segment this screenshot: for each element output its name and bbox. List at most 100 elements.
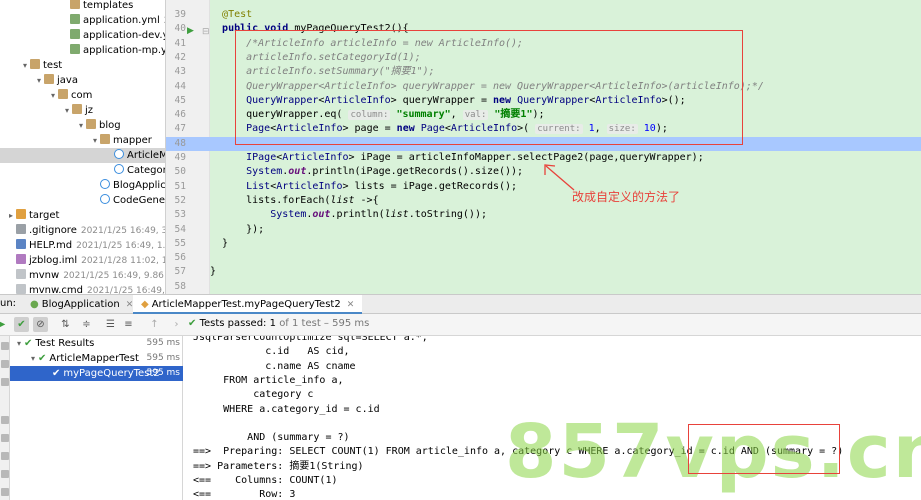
chevron-right-icon[interactable]: ▸ [6,208,16,223]
tree-item[interactable]: ▾ test [0,58,165,73]
tree-item-meta: 2021/1/28 11:02, 11.2 [81,256,165,266]
tree-item-label: mapper [113,135,152,146]
tree-item[interactable]: templates [0,0,165,13]
tree-item-label: blog [99,120,121,131]
test-result-item[interactable]: ✔ myPageQueryTest2 595 ms [10,366,183,381]
collapse-all-icon[interactable]: ≡ [121,317,136,332]
chevron-down-icon[interactable]: ▾ [28,351,38,366]
strip-icon[interactable] [1,342,9,350]
console-line: <== Columns: COUNT(1) [193,475,338,486]
test-result-item[interactable]: ▾ ✔ ArticleMapperTest 595 ms [10,351,183,366]
strip-icon[interactable] [1,488,9,496]
tree-item[interactable]: application-dev.yml [0,28,165,43]
tree-item-label: jzblog.iml [29,255,78,266]
tree-item[interactable]: ▾ jz [0,103,165,118]
tree-item[interactable]: ▾ java [0,73,165,88]
folder-icon [44,74,54,84]
editor-gutter: ▶ ⊟ 39 40 41 42 43 44 45 46 47 48 49 50 51 52 53 54 55 56… [166,0,210,294]
run-test-icon[interactable]: ▶ [187,26,194,36]
tree-item-label: target [29,210,60,221]
tree-item[interactable]: ▾ blog [0,118,165,133]
test-result-label: myPageQueryTest2 [63,368,160,379]
code-line: @Test [222,9,253,20]
tree-item[interactable]: CodeGenera [0,193,165,208]
line-number: 43 [174,66,186,78]
tree-item[interactable]: jzblog.iml2021/1/28 11:02, 11.2 [0,253,165,268]
tree-item-label: application.yml [83,15,160,26]
folder-icon [86,119,96,129]
folder-icon [100,134,110,144]
sort-alpha-icon[interactable]: ⇅ [58,317,73,332]
tree-item[interactable]: ▸ target [0,208,165,223]
strip-icon[interactable] [1,452,9,460]
strip-icon[interactable] [1,360,9,368]
highlight-box [688,424,840,474]
project-tree[interactable]: templates application.yml2020/application… [0,0,166,294]
tab-blog-application[interactable]: ● BlogApplication ✕ [22,295,141,314]
show-ignored-icon[interactable]: ⊘ [33,317,48,332]
sort-duration-icon[interactable]: ≑ [79,317,94,332]
test-result-label: ArticleMapperTest [49,353,139,364]
tree-item-label: HELP.md [29,240,73,251]
tree-item-label: mvnw [29,270,60,281]
tests-passed-status: ✔ Tests passed: 1 of 1 test – 595 ms [188,318,369,329]
tree-item-label: ArticleMa [127,150,165,161]
chevron-down-icon[interactable]: ▾ [48,88,58,103]
tree-item-label: CodeGenera [113,195,165,206]
tree-item[interactable]: application-mp.yml [0,43,165,58]
chevron-down-icon[interactable]: ▾ [76,118,86,133]
expand-all-icon[interactable]: ☰ [103,317,118,332]
close-icon[interactable]: ✕ [347,300,355,310]
strip-icon[interactable] [1,434,9,442]
chevron-down-icon[interactable]: ▾ [20,58,30,73]
chevron-down-icon[interactable]: ▾ [14,336,24,351]
test-results-tree[interactable]: ▾ ✔ Test Results 595 ms ▾ ✔ ArticleMapperTest 5… [10,336,183,500]
line-number: 52 [174,194,186,206]
tree-item[interactable]: BlogApplica [0,178,165,193]
strip-icon[interactable] [1,416,9,424]
show-passed-icon[interactable]: ✔ [14,317,29,332]
tree-item-label: Category [127,165,165,176]
tree-item[interactable]: application.yml2020/ [0,13,165,28]
console-line: category c [193,389,314,401]
tree-item[interactable]: ArticleMa [0,148,165,163]
line-number: 45 [174,94,186,106]
tests-summary: of 1 test – 595 ms [279,318,370,329]
tree-item[interactable]: ▾ mapper [0,133,165,148]
tree-item[interactable]: .gitignore2021/1/25 16:49, 395 [0,223,165,238]
console-line: ==> Parameters: 摘要1(String) [193,460,364,472]
tests-passed-label: Tests passed: [199,318,267,329]
rerun-icon[interactable]: ▶ [0,317,9,332]
line-number: 39 [174,9,186,20]
line-number: 58 [174,280,186,292]
test-result-item[interactable]: ▾ ✔ Test Results 595 ms [10,336,183,351]
previous-failed-icon[interactable]: ↑ [147,317,162,332]
folder-icon [70,0,80,9]
tree-item[interactable]: mvnw 2021/1/25 16:49, 9.86 k [0,268,165,283]
tree-item[interactable]: HELP.md2021/1/25 16:49, 1.18 [0,238,165,253]
fold-icon[interactable]: ⊟ [202,27,210,37]
console-line: <== Row: 3 [193,489,296,500]
line-number: 47 [174,123,186,135]
strip-icon[interactable] [1,470,9,478]
tree-item-meta: 2021/1/25 16:49, 395 [80,226,165,236]
tree-item[interactable]: Category [0,163,165,178]
code-editor[interactable]: @Test public void myPageQueryTest2(){ /*… [210,0,921,294]
chevron-down-icon[interactable]: ▾ [62,103,72,118]
tree-item[interactable]: mvnw.cmd2021/1/25 16:49, 6.6 [0,283,165,294]
tree-item[interactable]: ▾ com [0,88,165,103]
next-failed-icon[interactable]: › [169,317,184,332]
tab-article-mapper-test[interactable]: ◆ ArticleMapperTest.myPageQueryTest2 ✕ [133,295,363,314]
class-icon [114,164,124,174]
line-number: 51 [174,180,186,192]
strip-icon[interactable] [1,378,9,386]
chevron-down-icon[interactable]: ▾ [90,133,100,148]
tree-item-label: application-mp.yml [83,45,165,56]
line-number: 46 [174,109,186,121]
console-line: AND (summary = ?) [193,432,350,444]
line-number: 54 [174,223,186,235]
chevron-down-icon[interactable]: ▾ [34,73,44,88]
line-number: 41 [174,37,186,49]
class-icon [100,194,110,204]
console-line: c.name AS cname [193,360,356,372]
